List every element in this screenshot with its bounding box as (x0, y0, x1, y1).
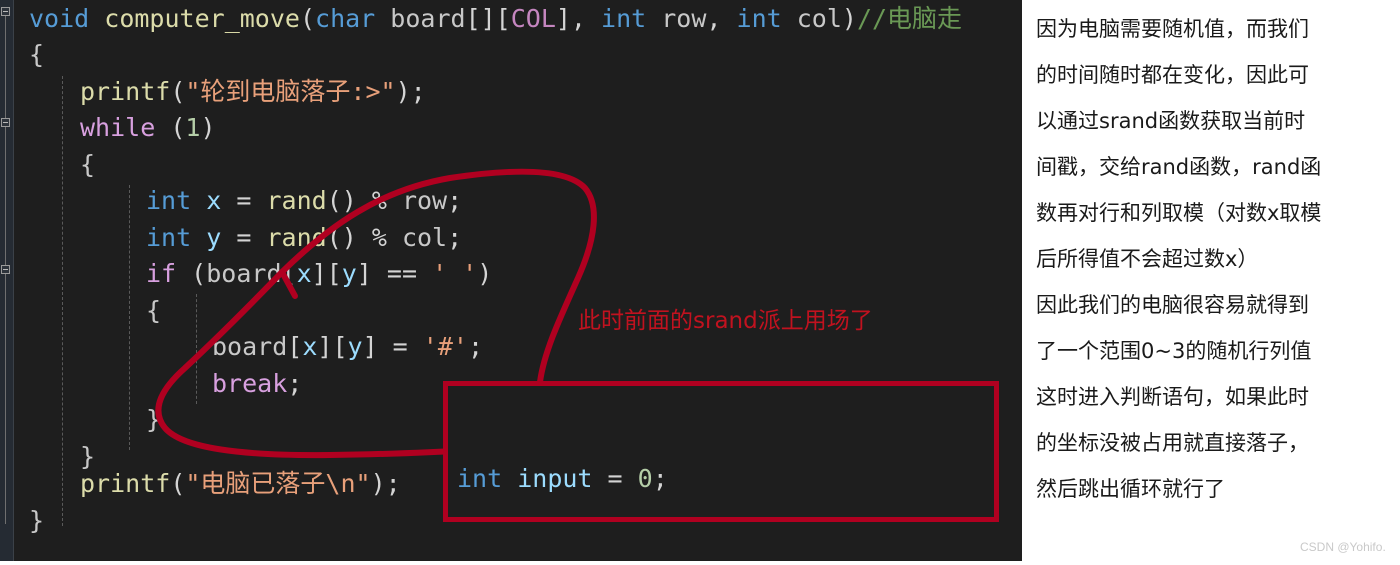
code-line: { (29, 40, 45, 69)
code-line: int x = rand() % row; (146, 186, 463, 215)
code-line: break; (212, 369, 303, 398)
explanation-line: 了一个范围0~3的随机行列值 (1036, 339, 1312, 363)
snippet-source-code: int input = 0; srand((unsigned int)time(… (457, 388, 939, 517)
editor-gutter (0, 0, 14, 561)
explanation-line: 然后跳出循环就行了 (1036, 477, 1225, 501)
fold-range-line (5, 16, 6, 118)
fold-marker-icon[interactable] (1, 7, 10, 16)
code-line: if (board[x][y] == ' ') (146, 259, 493, 288)
code-line: int y = rand() % col; (146, 223, 463, 252)
explanation-line: 的坐标没被占用就直接落子， (1036, 431, 1309, 455)
code-line: printf("电脑已落子\n"); (80, 469, 401, 498)
annotation-label: 此时前面的srand派上用场了 (578, 308, 873, 334)
highlighted-code-box: int input = 0; srand((unsigned int)time(… (443, 381, 999, 522)
explanation-line: 后所得值不会超过数x） (1036, 247, 1259, 271)
explanation-line: 因为电脑需要随机值，而我们 (1036, 17, 1309, 41)
explanation-panel: 因为电脑需要随机值，而我们 的时间随时都在变化，因此可 以通过srand函数获取… (1036, 6, 1394, 512)
watermark: CSDN @Yohifo. (1300, 540, 1386, 554)
fold-range-line (5, 274, 6, 524)
explanation-line: 的时间随时都在变化，因此可 (1036, 63, 1309, 87)
code-line: { (146, 296, 162, 325)
code-line: { (80, 150, 96, 179)
indent-guide (196, 294, 197, 404)
explanation-line: 数再对行和列取模（对数x取模 (1036, 201, 1322, 225)
explanation-line: 这时进入判断语句，如果此时 (1036, 385, 1309, 409)
code-line: } (29, 506, 45, 535)
code-line: board[x][y] = '#'; (212, 332, 483, 361)
indent-guide (62, 76, 63, 526)
code-editor-pane: void computer_move(char board[][COL], in… (0, 0, 1022, 561)
fold-range-line (5, 127, 6, 265)
fold-marker-icon[interactable] (1, 265, 10, 274)
snippet-line: int input = 0; (457, 464, 668, 493)
fold-marker-icon[interactable] (1, 118, 10, 127)
code-line: } (146, 405, 162, 434)
explanation-line: 以通过srand函数获取当前时 (1036, 109, 1306, 133)
indent-guide (129, 185, 130, 450)
explanation-line: 间戳，交给rand函数，rand函 (1036, 155, 1322, 179)
code-line: while (1) (80, 113, 216, 142)
code-line: void computer_move(char board[][COL], in… (29, 4, 963, 33)
code-line: printf("轮到电脑落子:>"); (80, 77, 426, 106)
explanation-line: 因此我们的电脑很容易就得到 (1036, 293, 1309, 317)
